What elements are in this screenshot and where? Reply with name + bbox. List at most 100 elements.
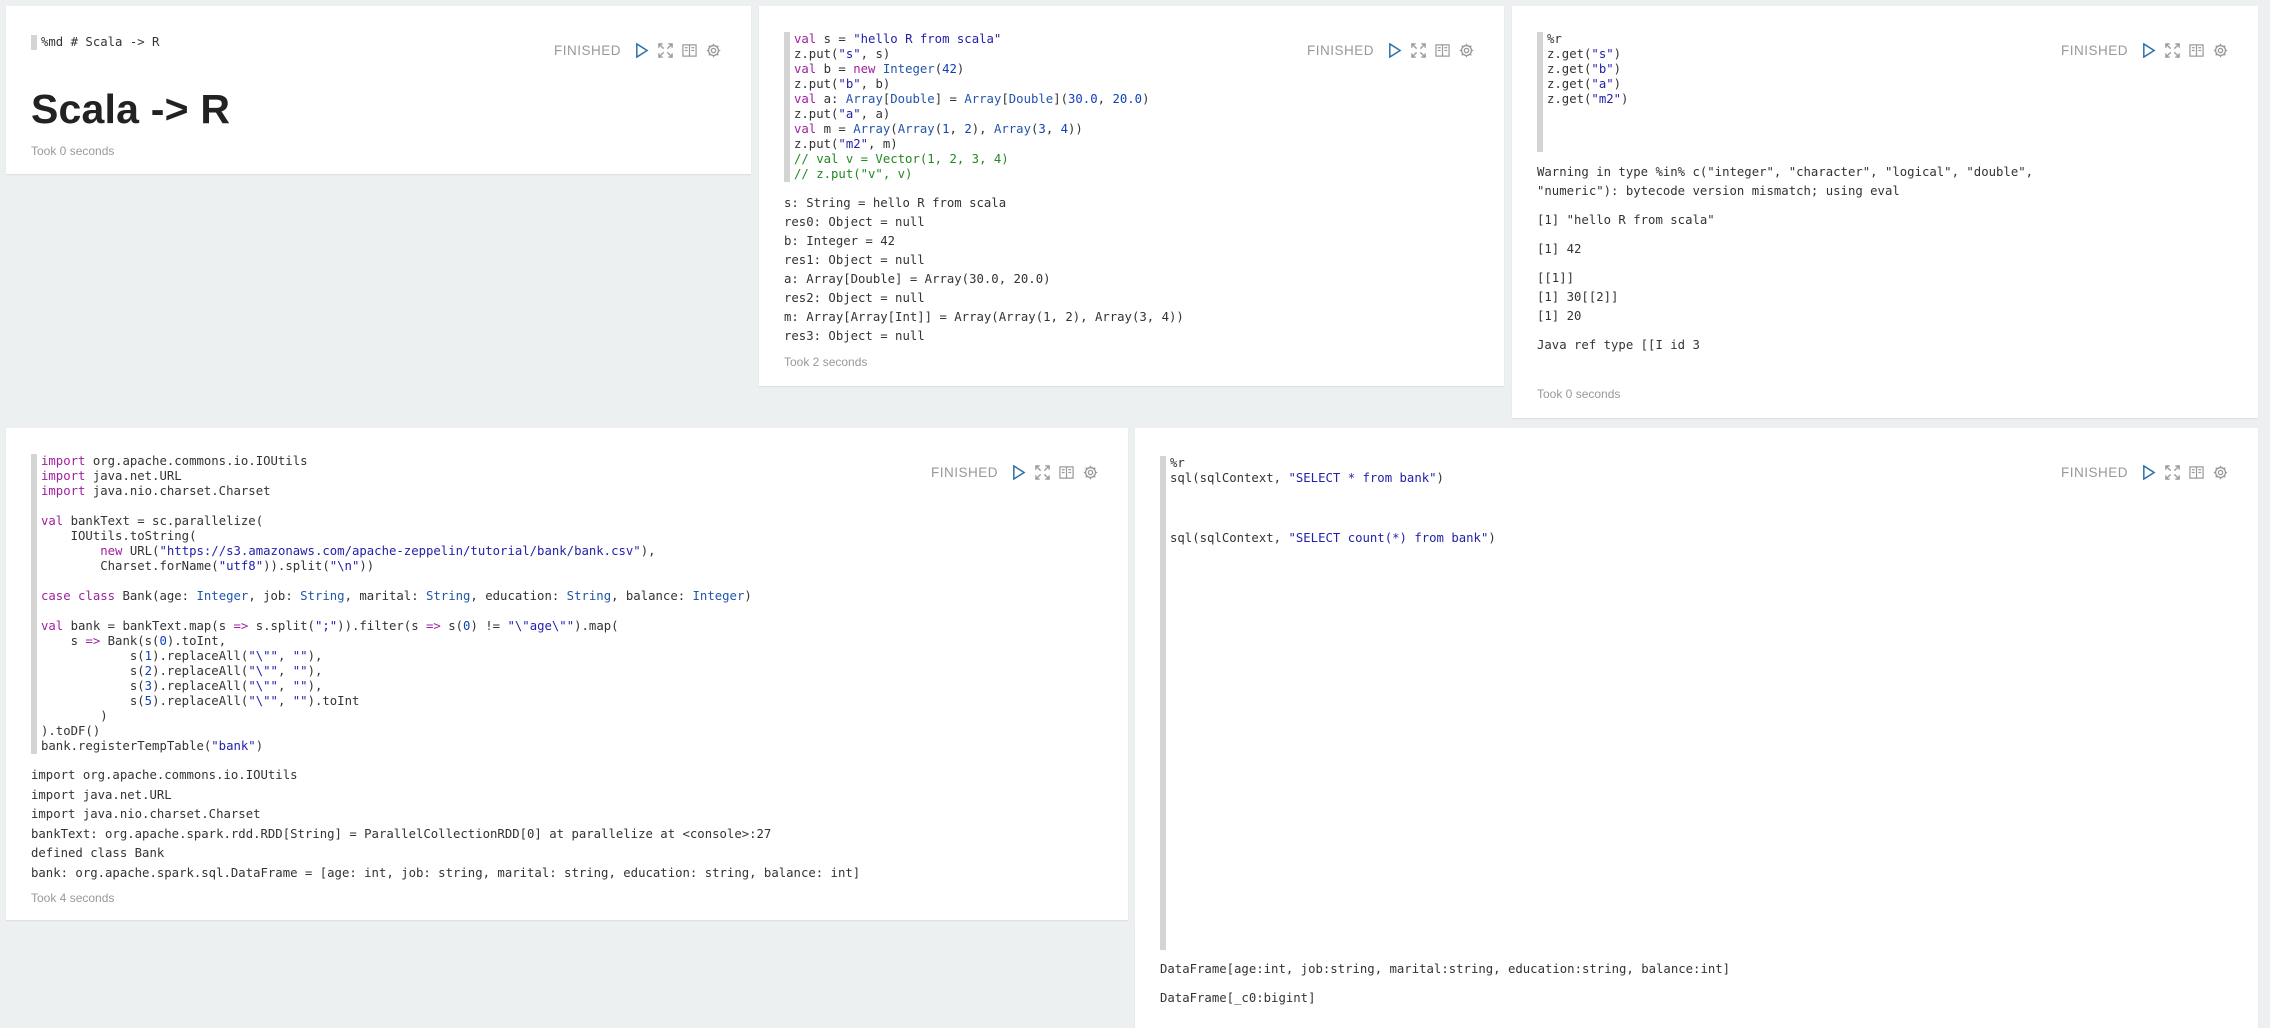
execution-time: Took 4 seconds [31,891,115,905]
code-line: new URL("https://s3.amazonaws.com/apache… [100,544,656,558]
code-line: val m = Array(Array(1, 2), Array(3, 4)) [794,122,1083,136]
code-editor[interactable]: %r sql(sqlContext, "SELECT * from bank")… [1160,456,1860,950]
code-line: val bankText = sc.parallelize( [41,514,264,528]
paragraph-output: Warning in type %in% c("integer", "chara… [1537,165,2033,357]
expand-icon[interactable] [657,42,673,58]
gear-icon[interactable] [2212,42,2228,58]
code-line: z.put("s", s) [794,47,891,61]
gear-icon[interactable] [2212,464,2228,480]
book-icon[interactable] [1434,42,1450,58]
output-line: m: Array[Array[Int]] = Array(Array(1, 2)… [784,310,1184,324]
status-label: FINISHED [1306,42,1374,58]
book-icon[interactable] [2188,464,2204,480]
output-line: bank: org.apache.spark.sql.DataFrame = [… [31,865,861,880]
output-line: [1] 42 [1537,242,1582,256]
code-line: s(1).replaceAll("\"", ""), [41,649,323,663]
output-line: import java.net.URL [31,787,172,802]
code-line: %md # Scala -> R [41,35,160,49]
code-line: bank.registerTempTable("bank") [41,739,264,753]
code-line: IOUtils.toString( [41,529,197,543]
output-line: [1] 20 [1537,309,1582,323]
markdown-title: Scala -> R [31,86,231,132]
status-label: FINISHED [2060,464,2128,480]
play-icon[interactable] [1386,42,1402,58]
paragraph-5: FINISHED %r sql(sqlContext, "SELECT * fr… [1135,428,2258,1028]
output-line: defined class Bank [31,846,165,860]
code-line: z.put("b", b) [794,77,891,91]
code-line: // val v = Vector(1, 2, 3, 4) [794,152,1009,166]
code-line: Charset.forName("utf8")).split("\n")) [41,559,375,573]
paragraph-output: import org.apache.commons.io.IOUtils imp… [31,768,860,885]
code-line: z.get("a") [1547,77,1622,91]
play-icon[interactable] [1010,464,1026,480]
code-editor[interactable]: %md # Scala -> R [31,35,331,50]
expand-icon[interactable] [2164,42,2180,58]
output-line: import org.apache.commons.io.IOUtils [31,768,298,782]
expand-icon[interactable] [1034,464,1050,480]
execution-time: Took 2 seconds [784,355,868,369]
code-line: case class Bank(age: Integer, job: Strin… [41,589,752,603]
book-icon[interactable] [681,42,697,58]
paragraph-controls: FINISHED [554,40,721,60]
output-line: bankText: org.apache.spark.rdd.RDD[Strin… [31,826,772,841]
book-icon[interactable] [2188,42,2204,58]
code-line: z.put("m2", m) [794,137,898,151]
paragraph-controls: FINISHED [2061,462,2228,482]
execution-time: Took 0 seconds [1537,387,1621,401]
output-line: s: String = hello R from scala [784,196,1007,210]
code-line: val a: Array[Double] = Array[Double](30.… [794,92,1150,106]
output-line: res2: Object = null [784,291,925,305]
code-line: sql(sqlContext, "SELECT count(*) from ba… [1170,531,1496,545]
paragraph-2: FINISHED val s = "hello R from scala" z.… [759,6,1504,386]
execution-time: Took 0 seconds [31,144,115,158]
output-line: res1: Object = null [784,253,925,267]
output-line: DataFrame[age:int, job:string, marital:s… [1160,962,1731,976]
code-line: z.get("b") [1547,62,1622,76]
paragraph-4: FINISHED import org.apache.commons.io.IO… [6,428,1128,920]
gear-icon[interactable] [705,42,721,58]
paragraph-output: DataFrame[age:int, job:string, marital:s… [1160,962,1730,1010]
output-line: Java ref type [[I id 3 [1537,338,1700,352]
play-icon[interactable] [633,42,649,58]
code-line: val s = "hello R from scala" [794,32,1002,46]
code-editor[interactable]: val s = "hello R from scala" z.put("s", … [784,32,1184,182]
code-line: ) [41,709,108,723]
gear-icon[interactable] [1458,42,1474,58]
output-line: [1] "hello R from scala" [1537,213,1715,227]
code-line: z.get("s") [1547,47,1622,61]
gear-icon[interactable] [1082,464,1098,480]
paragraph-controls: FINISHED [931,462,1098,482]
output-line: DataFrame[_c0:bigint] [1160,991,1316,1005]
code-line: val bank = bankText.map(s => s.split(";"… [41,619,619,633]
book-icon[interactable] [1058,464,1074,480]
paragraph-controls: FINISHED [2061,40,2228,60]
expand-icon[interactable] [2164,464,2180,480]
status-label: FINISHED [553,42,621,58]
status-label: FINISHED [930,464,998,480]
output-line: "numeric"): bytecode version mismatch; u… [1537,184,1900,198]
code-editor[interactable]: %r z.get("s") z.get("b") z.get("a") z.ge… [1537,32,1837,152]
play-icon[interactable] [2140,42,2156,58]
code-line: import java.net.URL [41,469,182,483]
code-line: %r [1547,32,1562,46]
code-line: val b = new Integer(42) [794,62,965,76]
code-line: z.get("m2") [1547,92,1629,106]
code-editor[interactable]: import org.apache.commons.io.IOUtils imp… [31,454,752,754]
output-line: Warning in type %in% c("integer", "chara… [1537,165,2034,179]
code-line: z.put("a", a) [794,107,891,121]
play-icon[interactable] [2140,464,2156,480]
output-line: [1] 30[[2]] [1537,290,1619,304]
output-line: a: Array[Double] = Array(30.0, 20.0) [784,272,1051,286]
code-line: import java.nio.charset.Charset [41,484,271,498]
expand-icon[interactable] [1410,42,1426,58]
output-line: import java.nio.charset.Charset [31,807,261,821]
